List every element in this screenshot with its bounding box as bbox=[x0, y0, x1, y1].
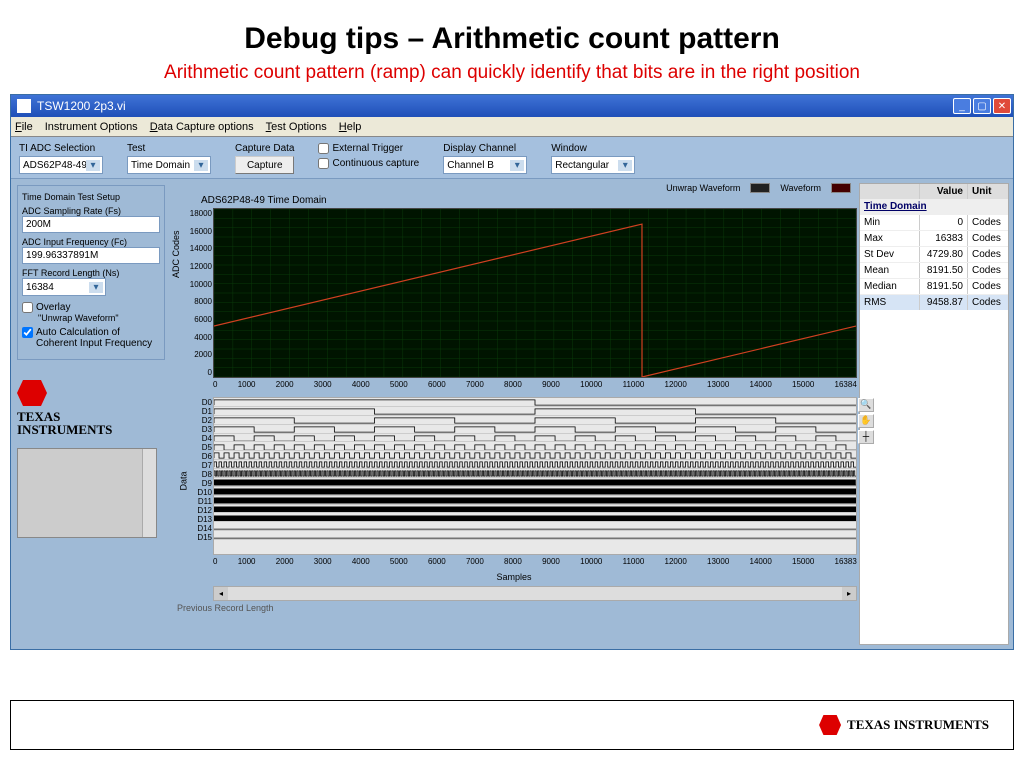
stats-section: Time Domain bbox=[860, 199, 1008, 214]
autocalc-checkbox[interactable]: Auto Calculation of Coherent Input Frequ… bbox=[22, 327, 160, 349]
fs-input[interactable] bbox=[22, 216, 160, 233]
plot-title: ADS62P48-49 Time Domain bbox=[171, 193, 857, 208]
adc-selection-label: TI ADC Selection bbox=[19, 143, 103, 154]
window-type-label: Window bbox=[551, 143, 635, 154]
stats-table: Value Unit Time Domain Min0Codes Max1638… bbox=[859, 183, 1009, 645]
adc-selection-dropdown[interactable]: ADS62P48-49 bbox=[19, 156, 103, 174]
capture-label: Capture Data bbox=[235, 143, 294, 154]
continuous-capture-label: Continuous capture bbox=[332, 158, 419, 169]
menu-test-options[interactable]: Test Options bbox=[266, 121, 327, 133]
window-title: TSW1200 2p3.vi bbox=[37, 99, 126, 113]
overlay-checkbox[interactable]: Overlay bbox=[22, 302, 160, 313]
stats-row: Median8191.50Codes bbox=[860, 278, 1008, 294]
minimize-button[interactable]: _ bbox=[953, 98, 971, 114]
window-type-dropdown[interactable]: Rectangular bbox=[551, 156, 635, 174]
continuous-capture-checkbox[interactable]: Continuous capture bbox=[318, 158, 419, 169]
fc-label: ADC Input Frequency (Fc) bbox=[22, 237, 160, 247]
menu-instrument[interactable]: Instrument Options bbox=[45, 121, 138, 133]
slide-title: Debug tips – Arithmetic count pattern bbox=[0, 0, 1024, 62]
external-trigger-checkbox[interactable]: External Trigger bbox=[318, 143, 419, 154]
digital-bit-labels: D0D1D2D3D4D5D6D7D8D9D10D11D12D13D14D15 bbox=[188, 398, 212, 540]
status-text: Previous Record Length bbox=[171, 601, 857, 615]
footer-ti-icon bbox=[819, 715, 841, 735]
sidebar: Time Domain Test Setup ADC Sampling Rate… bbox=[11, 179, 171, 649]
plot-svg bbox=[214, 209, 856, 377]
setup-legend: Time Domain Test Setup bbox=[22, 192, 160, 202]
preview-panel bbox=[17, 448, 157, 538]
zoom-icon[interactable]: 🔍 bbox=[858, 398, 874, 412]
slide-subtitle: Arithmetic count pattern (ramp) can quic… bbox=[0, 62, 1024, 94]
digital-xticks: 0100020003000400050006000700080009000100… bbox=[171, 555, 857, 570]
stats-row: Mean8191.50Codes bbox=[860, 262, 1008, 278]
test-dropdown[interactable]: Time Domain bbox=[127, 156, 211, 174]
cursor-icon[interactable]: ┼ bbox=[858, 430, 874, 444]
stats-row: RMS9458.87Codes bbox=[860, 294, 1008, 310]
menu-bar: File Instrument Options Data Capture opt… bbox=[11, 117, 1013, 137]
stats-row: St Dev4729.80Codes bbox=[860, 246, 1008, 262]
legend-waveform-swatch bbox=[831, 183, 851, 193]
ti-logo: TEXAS INSTRUMENTS bbox=[17, 380, 165, 436]
ti-chip-icon bbox=[17, 380, 47, 406]
plot-xticks: 0100020003000400050006000700080009000100… bbox=[171, 378, 857, 393]
capture-button[interactable]: Capture bbox=[235, 156, 294, 174]
titlebar: TSW1200 2p3.vi _ ▢ ✕ bbox=[11, 95, 1013, 117]
digital-ylabel: Data bbox=[179, 471, 189, 490]
ns-label: FFT Record Length (Ns) bbox=[22, 268, 160, 278]
legend-waveform: Waveform bbox=[780, 183, 821, 193]
plot-ylabel: ADC Codes bbox=[171, 230, 181, 278]
fc-input[interactable] bbox=[22, 247, 160, 264]
external-trigger-label: External Trigger bbox=[332, 143, 403, 154]
digital-lanes bbox=[214, 398, 856, 554]
digital-xlabel: Samples bbox=[171, 570, 857, 582]
overlay-sublabel: "Unwrap Waveform" bbox=[22, 313, 160, 323]
preview-scrollbar[interactable] bbox=[142, 449, 156, 537]
display-channel-dropdown[interactable]: Channel B bbox=[443, 156, 527, 174]
toolbar: TI ADC Selection ADS62P48-49 Test Time D… bbox=[11, 137, 1013, 179]
menu-data-capture[interactable]: Data Capture options bbox=[150, 121, 254, 133]
stats-hdr-unit: Unit bbox=[968, 184, 1008, 199]
stats-row: Min0Codes bbox=[860, 214, 1008, 230]
app-window: TSW1200 2p3.vi _ ▢ ✕ File Instrument Opt… bbox=[10, 94, 1014, 650]
display-channel-label: Display Channel bbox=[443, 143, 527, 154]
stats-hdr-value: Value bbox=[920, 184, 968, 199]
hand-icon[interactable]: ✋ bbox=[858, 414, 874, 428]
ti-text-2: INSTRUMENTS bbox=[17, 423, 112, 436]
fs-label: ADC Sampling Rate (Fs) bbox=[22, 206, 160, 216]
plot-controls: 🔍 ✋ ┼ bbox=[858, 398, 878, 444]
test-label: Test bbox=[127, 143, 211, 154]
legend-unwrap: Unwrap Waveform bbox=[666, 183, 740, 193]
stats-row: Max16383Codes bbox=[860, 230, 1008, 246]
ns-dropdown[interactable]: 16384 bbox=[22, 278, 106, 296]
legend-unwrap-swatch bbox=[750, 183, 770, 193]
overlay-label: Overlay bbox=[36, 302, 70, 313]
autocalc-label: Auto Calculation of Coherent Input Frequ… bbox=[36, 327, 156, 349]
close-button[interactable]: ✕ bbox=[993, 98, 1011, 114]
slide-footer: TEXAS INSTRUMENTS bbox=[10, 700, 1014, 750]
horizontal-scrollbar[interactable] bbox=[213, 586, 857, 601]
app-icon bbox=[17, 99, 31, 113]
maximize-button[interactable]: ▢ bbox=[973, 98, 991, 114]
menu-file[interactable]: File bbox=[15, 121, 33, 133]
plot-yticks: 1800016000140001200010000800060004000200… bbox=[182, 209, 212, 377]
time-domain-plot[interactable]: ADC Codes 180001600014000120001000080006… bbox=[213, 208, 857, 378]
menu-help[interactable]: Help bbox=[339, 121, 362, 133]
footer-ti-text: TEXAS INSTRUMENTS bbox=[847, 717, 989, 733]
digital-plot[interactable]: Data D0D1D2D3D4D5D6D7D8D9D10D11D12D13D14… bbox=[213, 397, 857, 555]
